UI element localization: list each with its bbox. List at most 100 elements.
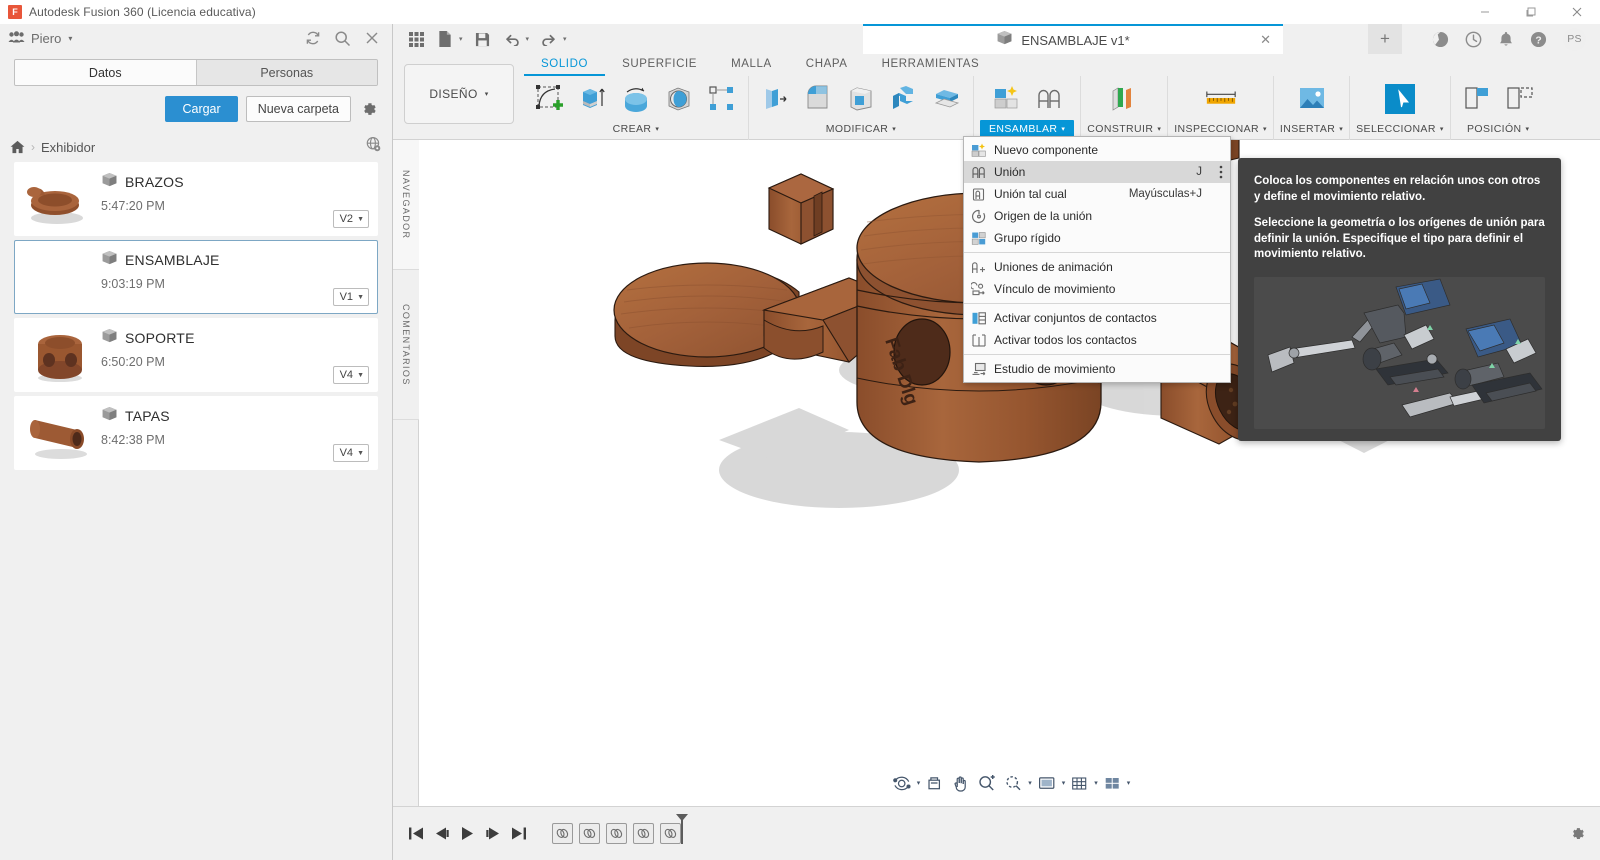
chevron-down-icon[interactable]: ▾ bbox=[1094, 779, 1098, 787]
menu-item-vinculo-de-movimiento[interactable]: Vínculo de movimiento bbox=[964, 278, 1230, 300]
menu-item-uniones-de-animacion[interactable]: Uniones de animación bbox=[964, 256, 1230, 278]
hub-name[interactable]: Piero bbox=[31, 31, 61, 46]
display-settings-icon[interactable] bbox=[1034, 771, 1059, 795]
new-component-icon[interactable] bbox=[986, 78, 1026, 120]
chevron-down-icon[interactable]: ▾ bbox=[563, 35, 567, 43]
maximize-button[interactable] bbox=[1508, 0, 1554, 24]
list-item[interactable]: TAPAS 8:42:38 PM V4 ▼ bbox=[14, 396, 378, 470]
menu-item-grupo-rigido[interactable]: Grupo rígido bbox=[964, 227, 1230, 249]
version-badge[interactable]: V4 ▼ bbox=[332, 366, 369, 384]
close-icon[interactable]: ✕ bbox=[1260, 32, 1271, 48]
new-tab-button[interactable]: + bbox=[1368, 24, 1402, 54]
notifications-bell-icon[interactable] bbox=[1498, 31, 1514, 48]
tab-solido[interactable]: SOLIDO bbox=[524, 56, 606, 76]
orbit-icon[interactable] bbox=[889, 771, 914, 795]
tab-personas[interactable]: Personas bbox=[195, 60, 377, 85]
job-status-icon[interactable] bbox=[1465, 31, 1482, 48]
workspace-selector[interactable]: DISEÑO ▾ bbox=[404, 64, 514, 124]
dock-left-icon[interactable] bbox=[1457, 78, 1497, 120]
sphere-icon[interactable] bbox=[659, 78, 699, 120]
ribbon-group-modificar-label[interactable]: MODIFICAR ▾ bbox=[826, 120, 896, 138]
new-folder-button[interactable]: Nueva carpeta bbox=[245, 96, 351, 122]
sidebar-item-comentarios[interactable]: COMENTARIOS bbox=[393, 270, 419, 420]
version-badge[interactable]: V1 ▼ bbox=[332, 288, 369, 306]
insert-image-icon[interactable] bbox=[1292, 78, 1332, 120]
globe-visibility-icon[interactable] bbox=[365, 136, 382, 158]
close-window-button[interactable] bbox=[1554, 0, 1600, 24]
chevron-down-icon[interactable]: ▾ bbox=[1127, 779, 1131, 787]
grid-snap-icon[interactable] bbox=[1067, 771, 1091, 795]
search-icon[interactable] bbox=[334, 30, 351, 47]
chevron-down-icon[interactable]: ▾ bbox=[1028, 779, 1032, 787]
menu-item-overflow-icon[interactable] bbox=[1219, 165, 1223, 179]
chevron-down-icon[interactable]: ▾ bbox=[1062, 779, 1066, 787]
menu-item-activar-todos-los-contactos[interactable]: Activar todos los contactos bbox=[964, 329, 1230, 351]
go-to-end-icon[interactable] bbox=[511, 826, 528, 841]
shell-icon[interactable] bbox=[841, 78, 881, 120]
menu-item-estudio-de-movimiento[interactable]: Estudio de movimiento bbox=[964, 358, 1230, 380]
tab-herramientas[interactable]: HERRAMIENTAS bbox=[865, 56, 997, 76]
sidebar-item-navegador[interactable]: NAVEGADOR bbox=[393, 140, 419, 270]
select-cursor-icon[interactable] bbox=[1380, 78, 1420, 120]
fillet-icon[interactable] bbox=[798, 78, 838, 120]
undo-icon[interactable] bbox=[499, 27, 525, 51]
chevron-down-icon[interactable]: ▾ bbox=[526, 35, 530, 43]
offset-face-icon[interactable] bbox=[927, 78, 967, 120]
gear-icon[interactable] bbox=[1570, 826, 1600, 842]
tab-malla[interactable]: MALLA bbox=[714, 56, 789, 76]
dock-right-icon[interactable] bbox=[1500, 78, 1540, 120]
chevron-down-icon[interactable]: ▾ bbox=[68, 34, 72, 43]
zoom-plus-icon[interactable] bbox=[974, 771, 999, 795]
measure-ruler-icon[interactable] bbox=[1201, 78, 1241, 120]
document-tab[interactable]: ENSAMBLAJE v1* ✕ bbox=[863, 24, 1283, 54]
chevron-down-icon[interactable]: ▾ bbox=[459, 35, 463, 43]
joint-feature-icon[interactable] bbox=[579, 823, 600, 844]
redo-icon[interactable] bbox=[536, 27, 562, 51]
menu-item-origen-de-la-union[interactable]: Origen de la unión bbox=[964, 205, 1230, 227]
timeline-marker[interactable] bbox=[674, 813, 690, 850]
version-badge[interactable]: V4 ▼ bbox=[332, 444, 369, 462]
menu-item-activar-conjuntos-de-contactos[interactable]: Activar conjuntos de contactos bbox=[964, 307, 1230, 329]
viewports-layout-icon[interactable] bbox=[1100, 771, 1124, 795]
tab-superficie[interactable]: SUPERFICIE bbox=[605, 56, 714, 76]
home-icon[interactable] bbox=[10, 140, 25, 154]
step-back-icon[interactable] bbox=[433, 826, 450, 841]
extensions-icon[interactable] bbox=[1432, 31, 1449, 48]
look-at-icon[interactable] bbox=[922, 771, 946, 795]
play-icon[interactable] bbox=[459, 826, 476, 841]
revolve-icon[interactable] bbox=[616, 78, 656, 120]
help-icon[interactable]: ? bbox=[1530, 31, 1547, 48]
construction-plane-icon[interactable] bbox=[1104, 78, 1144, 120]
pattern-icon[interactable] bbox=[702, 78, 742, 120]
refresh-icon[interactable] bbox=[305, 30, 321, 46]
extrude-icon[interactable] bbox=[573, 78, 613, 120]
tab-datos[interactable]: Datos bbox=[15, 60, 196, 85]
file-new-icon[interactable] bbox=[432, 27, 458, 51]
breadcrumb-current[interactable]: Exhibidor bbox=[41, 140, 95, 155]
chevron-down-icon[interactable]: ▾ bbox=[917, 779, 921, 787]
step-forward-icon[interactable] bbox=[485, 826, 502, 841]
ribbon-group-seleccionar-label[interactable]: SELECCIONAR ▾ bbox=[1356, 120, 1444, 138]
menu-item-union-tal-cual[interactable]: Unión tal cual Mayúsculas+J bbox=[964, 183, 1230, 205]
avatar[interactable]: PS bbox=[1563, 27, 1586, 51]
pan-hand-icon[interactable] bbox=[948, 771, 972, 795]
joint-icon[interactable] bbox=[1029, 78, 1069, 120]
save-icon[interactable] bbox=[470, 27, 496, 51]
upload-button[interactable]: Cargar bbox=[165, 96, 238, 122]
ribbon-group-posicion-label[interactable]: POSICIÓN ▾ bbox=[1467, 120, 1529, 138]
create-sketch-icon[interactable] bbox=[530, 78, 570, 120]
joint-feature-icon[interactable] bbox=[606, 823, 627, 844]
menu-item-nuevo-componente[interactable]: Nuevo componente bbox=[964, 139, 1230, 161]
menu-item-union[interactable]: Unión J bbox=[964, 161, 1230, 183]
combine-icon[interactable] bbox=[884, 78, 924, 120]
gear-icon[interactable] bbox=[359, 99, 380, 120]
joint-feature-icon[interactable] bbox=[633, 823, 654, 844]
zoom-window-icon[interactable] bbox=[1001, 771, 1025, 795]
go-to-beginning-icon[interactable] bbox=[407, 826, 424, 841]
close-panel-icon[interactable] bbox=[364, 30, 380, 46]
grid-icon[interactable] bbox=[403, 27, 429, 51]
version-badge[interactable]: V2 ▼ bbox=[332, 210, 369, 228]
joint-feature-icon[interactable] bbox=[552, 823, 573, 844]
ribbon-group-crear-label[interactable]: CREAR ▾ bbox=[613, 120, 660, 138]
list-item[interactable]: SOPORTE 6:50:20 PM V4 ▼ bbox=[14, 318, 378, 392]
